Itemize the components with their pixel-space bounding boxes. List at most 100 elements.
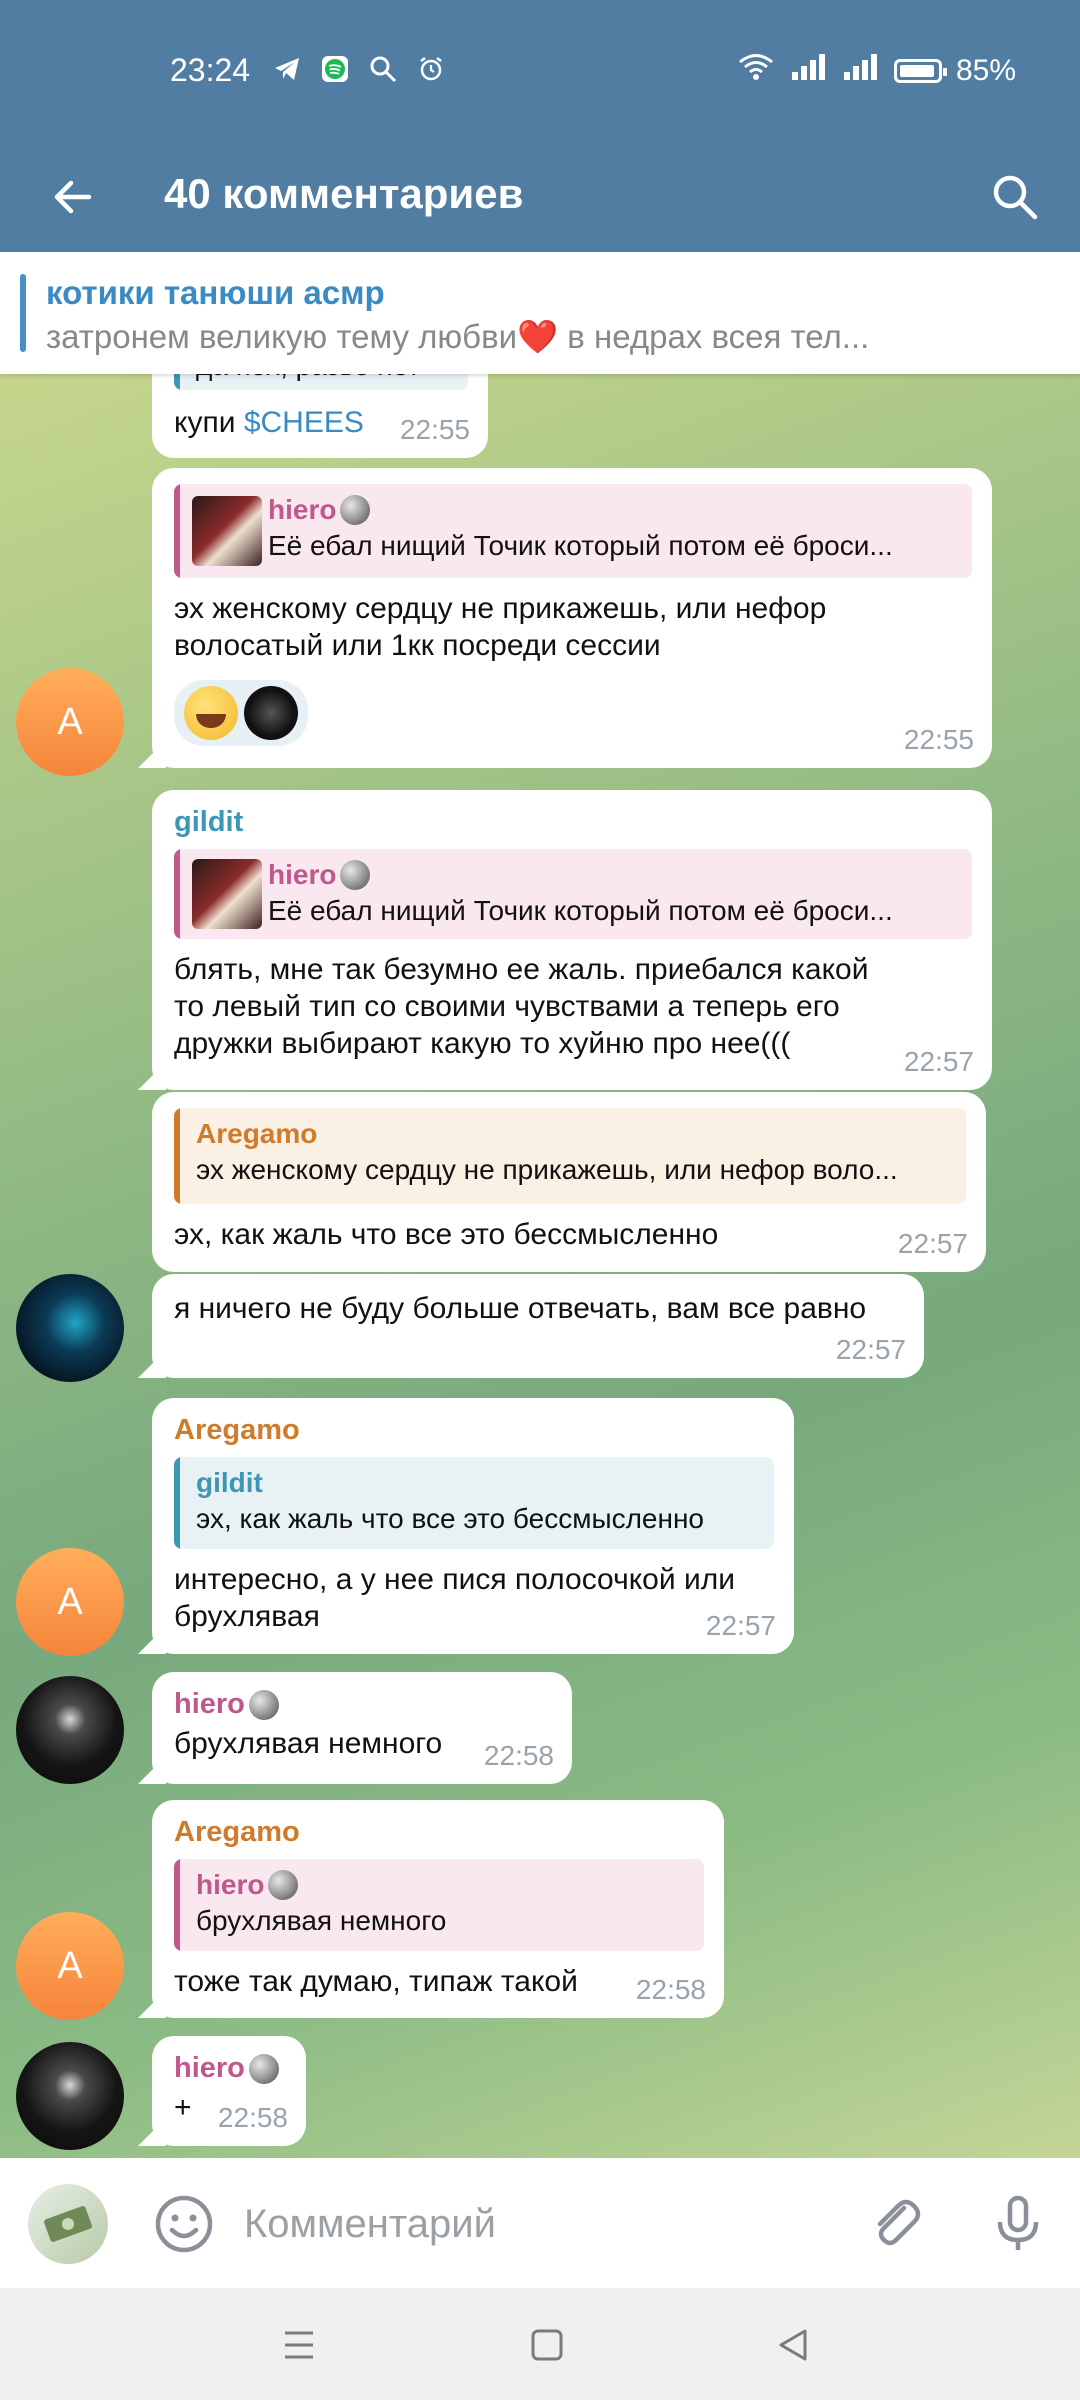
message-time: 22:58 [635, 1974, 706, 2005]
app-header: 40 комментариев [0, 142, 1080, 252]
message-time: 22:57 [897, 1228, 968, 1259]
search-button[interactable] [982, 164, 1048, 230]
avatar-letter: A [57, 700, 83, 743]
reply-quote[interactable]: Aregamo эх женскому сердцу не прикажешь,… [174, 1108, 966, 1204]
page-title: 40 комментариев [164, 170, 524, 217]
signal-icon-2 [842, 52, 880, 90]
reply-thumbnail [192, 496, 262, 566]
message-time: 22:57 [835, 1334, 906, 1365]
reply-author: hiero [268, 859, 337, 890]
reply-text: эх, как жаль что все это бессмысленно [196, 1503, 704, 1534]
reply-author: gildit [196, 1467, 263, 1498]
pinned-text: затронем великую тему любви❤️ в недрах в… [46, 318, 870, 355]
status-bar: 23:24 85% [0, 0, 1080, 142]
reply-thumbnail [192, 859, 262, 929]
back-button[interactable] [40, 164, 106, 230]
moon-emoji-icon [340, 495, 371, 525]
reply-quote[interactable]: да пох, разве нет [174, 374, 468, 390]
message-time: 22:58 [483, 1740, 554, 1771]
reply-author: Aregamo [196, 1118, 318, 1149]
search-status-icon [368, 54, 398, 84]
reply-text: да пох, разве нет [196, 374, 452, 382]
wifi-icon [736, 52, 776, 90]
money-icon [44, 2206, 92, 2242]
message-bubble[interactable]: hiero + 22:58 [152, 2036, 306, 2146]
message-text: тоже так думаю, типаж такой [174, 1965, 578, 1998]
sender-name[interactable]: Aregamo [174, 1414, 774, 1447]
laughing-emoji-icon[interactable] [184, 686, 238, 740]
message-bubble[interactable]: hiero брухлявая немного 22:58 [152, 1672, 572, 1784]
back-nav-button[interactable] [766, 2318, 820, 2372]
avatar[interactable] [16, 1676, 124, 1784]
reply-text: брухлявая немного [196, 1905, 447, 1936]
avatar-letter: A [57, 1580, 83, 1623]
reply-quote[interactable]: hiero брухлявая немного [174, 1859, 704, 1951]
comment-input[interactable]: Комментарий [244, 2202, 496, 2247]
message-text: интересно, а у нее пися полосочкой или б… [174, 1563, 735, 1633]
comment-input-bar: Комментарий [0, 2158, 1080, 2288]
message-bubble[interactable]: Aregamo gildit эх, как жаль что все это … [152, 1398, 794, 1654]
moon-emoji-icon [248, 1689, 279, 1720]
reply-author: hiero [196, 1869, 265, 1900]
cashtag-link[interactable]: $CHEES [244, 406, 364, 439]
message-time: 22:58 [217, 2102, 288, 2133]
emoji-button[interactable] [152, 2192, 216, 2256]
message-text: я ничего не буду больше отвечать, вам вс… [174, 1292, 867, 1325]
spotify-icon [320, 54, 350, 84]
avatar[interactable]: A [16, 668, 124, 776]
reply-quote[interactable]: hiero Её ебал нищий Точик который потом … [174, 484, 972, 578]
message-time: 22:55 [903, 724, 974, 755]
reply-quote[interactable]: hiero Её ебал нищий Точик который потом … [174, 849, 972, 939]
triangle-back-icon [779, 2329, 807, 2361]
message-bubble[interactable]: да пох, разве нет купи $CHEES 22:55 [152, 374, 488, 458]
message-time: 22:55 [399, 414, 470, 445]
alarm-icon [416, 54, 446, 84]
avatar[interactable] [16, 2042, 124, 2150]
pinned-post[interactable]: котики танюши асмр затронем великую тему… [0, 252, 1080, 374]
battery-icon [893, 59, 947, 83]
message-text: эх, как жаль что все это бессмысленно [174, 1218, 719, 1251]
message-time: 22:57 [903, 1046, 974, 1077]
recents-button[interactable] [272, 2318, 326, 2372]
reaction-avatar [244, 686, 298, 740]
reply-text: Её ебал нищий Точик который потом её бро… [268, 530, 893, 561]
message-text: блять, мне так безумно ее жаль. приебалс… [174, 953, 869, 1060]
voice-button[interactable] [986, 2192, 1050, 2256]
sender-name[interactable]: hiero [174, 2052, 245, 2085]
message-bubble[interactable]: hiero Её ебал нищий Точик который потом … [152, 468, 992, 768]
reply-text: эх женскому сердцу не прикажешь, или неф… [196, 1154, 898, 1185]
avatar[interactable] [16, 1274, 124, 1382]
sender-name[interactable]: hiero [174, 1688, 245, 1721]
chat-area[interactable]: да пох, разве нет купи $CHEES 22:55 A hi… [0, 374, 1080, 2158]
sender-name[interactable]: gildit [174, 806, 972, 839]
message-bubble[interactable]: я ничего не буду больше отвечать, вам вс… [152, 1274, 924, 1378]
message-time: 22:57 [705, 1610, 776, 1641]
message-text-prefix: купи [174, 406, 244, 439]
smile-icon [155, 2195, 213, 2253]
attach-button[interactable] [864, 2192, 928, 2256]
paperclip-icon [877, 2199, 921, 2246]
sender-name-row[interactable]: hiero [174, 1688, 552, 1721]
moon-emoji-icon [248, 2053, 279, 2084]
telegram-icon [272, 54, 302, 84]
reply-author: hiero [268, 494, 337, 525]
message-bubble[interactable]: gildit hiero Её ебал нищий Точик который… [152, 790, 992, 1090]
sender-name[interactable]: Aregamo [174, 1816, 704, 1849]
battery-percent: 85% [955, 54, 1016, 87]
sender-name-row[interactable]: hiero [174, 2052, 286, 2085]
reactions[interactable] [174, 680, 308, 746]
avatar[interactable]: A [16, 1548, 124, 1656]
moon-emoji-icon [268, 1870, 299, 1900]
signal-icon-1 [790, 52, 828, 90]
avatar[interactable]: A [16, 1912, 124, 2020]
avatar-letter: A [57, 1944, 83, 1987]
message-bubble[interactable]: Aregamo эх женскому сердцу не прикажешь,… [152, 1092, 986, 1272]
send-as-avatar[interactable] [28, 2184, 108, 2264]
status-time: 23:24 [170, 52, 251, 88]
menu-lines-icon [285, 2331, 313, 2359]
reply-quote[interactable]: gildit эх, как жаль что все это бессмысл… [174, 1457, 774, 1549]
home-button[interactable] [520, 2318, 574, 2372]
message-bubble[interactable]: Aregamo hiero брухлявая немного тоже так… [152, 1800, 724, 2018]
square-icon [531, 2329, 563, 2361]
pinned-title: котики танюши асмр [46, 274, 385, 311]
